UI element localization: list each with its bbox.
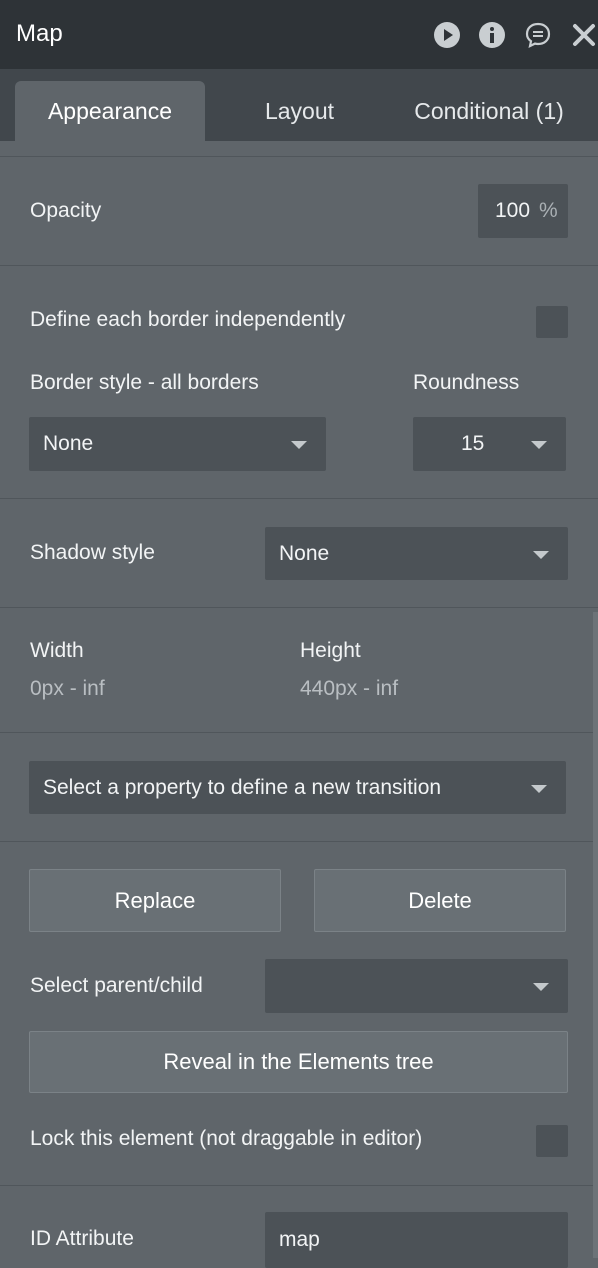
border-style-dropdown[interactable]: None xyxy=(29,417,326,471)
chevron-down-icon xyxy=(531,441,547,449)
width-value: 0px - inf xyxy=(30,677,105,700)
info-icon[interactable] xyxy=(478,21,506,49)
tab-bar: Appearance Layout Conditional (1) xyxy=(0,69,598,141)
opacity-unit: % xyxy=(539,199,558,222)
tab-conditional[interactable]: Conditional (1) xyxy=(395,81,583,141)
chevron-down-icon xyxy=(531,784,547,793)
chevron-down-icon xyxy=(533,550,549,559)
play-icon[interactable] xyxy=(433,21,461,49)
border-style-value: None xyxy=(43,432,94,455)
comment-icon[interactable] xyxy=(524,21,552,49)
divider xyxy=(0,1185,598,1186)
shadow-style-value: None xyxy=(279,541,330,565)
divider xyxy=(0,732,598,733)
opacity-input[interactable]: 100 % xyxy=(478,184,568,238)
shadow-style-dropdown[interactable]: None xyxy=(265,527,568,580)
roundness-label: Roundness xyxy=(413,371,520,394)
opacity-label: Opacity xyxy=(30,199,102,222)
tab-appearance[interactable]: Appearance xyxy=(15,81,205,141)
panel-title: Map xyxy=(16,20,63,47)
chevron-down-icon xyxy=(533,983,549,991)
chevron-down-icon xyxy=(291,441,307,449)
transition-placeholder: Select a property to define a new transi… xyxy=(43,775,442,799)
divider xyxy=(0,607,598,608)
roundness-dropdown[interactable]: 15 xyxy=(413,417,566,471)
divider xyxy=(0,498,598,499)
parent-child-label: Select parent/child xyxy=(30,974,203,997)
lock-element-checkbox[interactable] xyxy=(536,1125,568,1157)
divider xyxy=(0,265,598,266)
height-value: 440px - inf xyxy=(300,677,399,700)
roundness-value: 15 xyxy=(461,432,485,455)
delete-button[interactable]: Delete xyxy=(314,869,566,932)
tab-layout[interactable]: Layout xyxy=(222,81,377,141)
border-independent-checkbox[interactable] xyxy=(536,306,568,338)
divider xyxy=(0,841,598,842)
lock-element-label: Lock this element (not draggable in edit… xyxy=(30,1127,423,1150)
id-attribute-label: ID Attribute xyxy=(30,1227,134,1250)
reveal-in-elements-tree-button[interactable]: Reveal in the Elements tree xyxy=(29,1031,568,1093)
border-style-label: Border style - all borders xyxy=(30,371,259,394)
replace-button[interactable]: Replace xyxy=(29,869,281,932)
divider xyxy=(0,156,598,157)
parent-child-dropdown[interactable] xyxy=(265,959,568,1013)
border-independent-label: Define each border independently xyxy=(30,308,346,331)
title-bar: Map xyxy=(0,0,598,69)
width-label: Width xyxy=(30,639,84,662)
id-attribute-value: map xyxy=(279,1228,320,1251)
shadow-style-label: Shadow style xyxy=(30,541,155,564)
transition-dropdown[interactable]: Select a property to define a new transi… xyxy=(29,761,566,814)
height-label: Height xyxy=(300,639,361,662)
id-attribute-input[interactable]: map xyxy=(265,1212,568,1268)
scrollbar[interactable] xyxy=(593,612,598,1258)
close-icon[interactable] xyxy=(570,21,598,49)
opacity-value: 100 xyxy=(495,199,531,222)
